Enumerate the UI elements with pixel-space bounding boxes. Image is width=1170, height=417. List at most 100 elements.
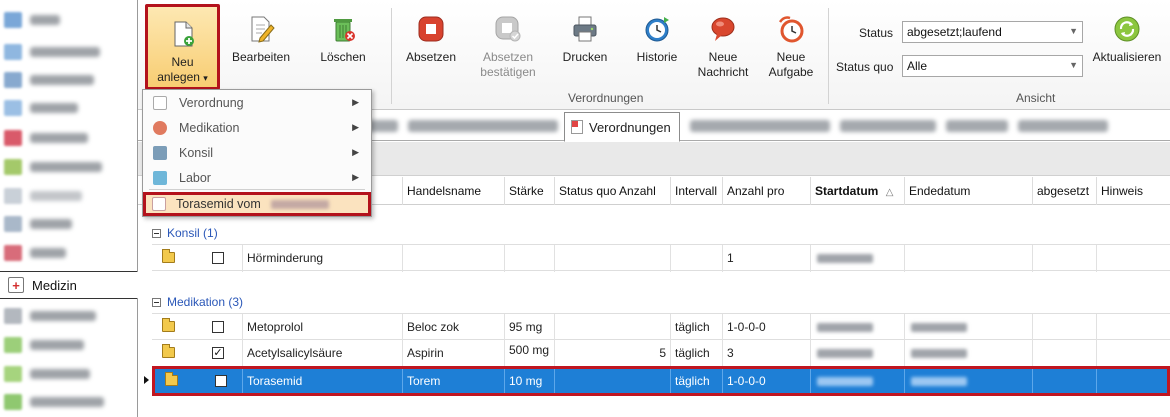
menu-item-label: Labor (179, 170, 211, 185)
col-abgesetzt[interactable]: abgesetzt (1032, 177, 1096, 205)
col-startdatum-label: Startdatum (815, 184, 879, 198)
nav-item-icon (4, 44, 22, 60)
nav-item[interactable] (4, 8, 134, 32)
group-row-konsil[interactable]: Konsil (1) (152, 223, 218, 243)
cell-abgesetzt (1032, 340, 1096, 367)
tab[interactable] (1018, 120, 1108, 132)
cell-handelsname: Beloc zok (402, 314, 504, 341)
row-checkbox[interactable] (212, 252, 224, 264)
edit-icon (246, 14, 276, 44)
table-row[interactable]: Hörminderung 1 (152, 244, 1170, 272)
col-handelsname[interactable]: Handelsname (402, 177, 504, 205)
tab[interactable] (690, 120, 830, 132)
aktualisieren-button[interactable]: Aktualisieren (1086, 6, 1168, 90)
table-row[interactable]: ✓ Acetylsalicylsäure Aspirin 500 mg 5 tä… (152, 340, 1170, 367)
nav-item[interactable] (4, 40, 134, 64)
col-anzahl-pro[interactable]: Anzahl pro (722, 177, 810, 205)
status-quo-combo[interactable]: Alle ▼ (902, 55, 1083, 77)
collapse-icon[interactable] (152, 297, 161, 307)
absetzen-bestaetigen-button[interactable]: Absetzen bestätigen (472, 6, 544, 90)
cell-sq-anzahl: 5 (554, 340, 670, 367)
folder-icon (162, 249, 175, 263)
col-intervall[interactable]: Intervall (670, 177, 722, 205)
absetzen-button[interactable]: Absetzen (396, 6, 466, 90)
group-row-medikation[interactable]: Medikation (3) (152, 292, 243, 312)
tab[interactable] (408, 120, 558, 132)
cell-intervall: täglich (670, 314, 722, 341)
row-checkbox[interactable] (212, 321, 224, 333)
tab[interactable] (840, 120, 936, 132)
col-hinweis[interactable]: Hinweis (1096, 177, 1170, 205)
chevron-right-icon: ▶ (352, 147, 359, 157)
cell-anzahl-pro: 1-0-0-0 (722, 369, 810, 393)
neue-aufgabe-button[interactable]: Neue Aufgabe (758, 6, 824, 90)
status-combo[interactable]: abgesetzt;laufend ▼ (902, 21, 1083, 43)
document-icon (153, 95, 167, 110)
row-checkbox[interactable] (215, 375, 227, 387)
chevron-right-icon: ▶ (352, 172, 359, 182)
historie-button[interactable]: Historie (624, 6, 690, 90)
nav-item[interactable] (4, 390, 134, 414)
menu-item-verordnung[interactable]: Verordnung ▶ (143, 90, 371, 115)
current-row-indicator-icon (144, 376, 149, 384)
absetzen-bestaetigen-label-2: bestätigen (480, 65, 536, 79)
nav-item-icon (4, 188, 22, 204)
menu-item-medikation[interactable]: Medikation ▶ (143, 115, 371, 140)
neue-nachricht-button[interactable]: Neue Nachricht (690, 6, 756, 90)
table-row-selected[interactable]: Torasemid Torem 10 mg täglich 1-0-0-0 (152, 366, 1170, 396)
neu-anlegen-label-2: anlegen (157, 70, 200, 84)
neu-anlegen-label-1: Neu (171, 55, 194, 69)
cell-staerke: 500 mg (504, 340, 554, 367)
bearbeiten-button[interactable]: Bearbeiten (226, 6, 296, 90)
table-row[interactable]: Metoprolol Beloc zok 95 mg täglich 1-0-0… (152, 313, 1170, 341)
nav-item[interactable] (4, 184, 134, 208)
neue-nachricht-label-2: Nachricht (697, 65, 749, 79)
cell-abgesetzt (1032, 245, 1096, 272)
nav-item[interactable] (4, 304, 134, 328)
nav-item[interactable] (4, 362, 134, 386)
nav-item[interactable] (4, 68, 134, 92)
neu-anlegen-button[interactable]: Neu anlegen ▾ (145, 4, 220, 90)
folder-icon (165, 372, 178, 386)
cell-name: Torasemid (242, 369, 402, 393)
collapse-icon[interactable] (152, 228, 161, 238)
group-title: Medikation (3) (167, 295, 244, 309)
refresh-icon (1112, 14, 1142, 44)
cell-name: Acetylsalicylsäure (242, 340, 402, 367)
col-status-quo-anzahl[interactable]: Status quo Anzahl (554, 177, 670, 205)
nav-item[interactable] (4, 126, 134, 150)
nav-item[interactable] (4, 212, 134, 236)
nav-item[interactable] (4, 333, 134, 357)
nav-item-medizin[interactable]: + Medizin (0, 271, 138, 299)
absetzen-label: Absetzen (405, 50, 457, 64)
nav-item[interactable] (4, 96, 134, 120)
menu-item-torasemid[interactable]: Torasemid vom (143, 192, 371, 216)
aktualisieren-label: Aktualisieren (1092, 50, 1162, 64)
drucken-label: Drucken (562, 50, 608, 64)
row-checkbox-checked[interactable]: ✓ (212, 347, 224, 359)
nav-item[interactable] (4, 155, 134, 179)
loeschen-button[interactable]: Löschen (308, 6, 378, 90)
menu-item-labor[interactable]: Labor ▶ (143, 165, 371, 190)
chevron-down-icon: ▾ (203, 73, 208, 83)
left-navigation: + Medizin (0, 0, 138, 417)
folder-icon (162, 318, 175, 332)
cell-intervall (670, 245, 722, 272)
col-endedatum[interactable]: Endedatum (904, 177, 1032, 205)
nav-item-icon (4, 308, 22, 324)
tab[interactable] (946, 120, 1008, 132)
nav-item[interactable] (4, 241, 134, 265)
status-label: Status (859, 26, 894, 40)
tab-verordnungen[interactable]: Verordnungen (564, 112, 680, 142)
cell-handelsname (402, 245, 504, 272)
col-staerke[interactable]: Stärke (504, 177, 554, 205)
group-separator (391, 8, 392, 104)
cell-handelsname: Aspirin (402, 340, 504, 367)
col-startdatum[interactable]: Startdatum △ (810, 177, 904, 205)
menu-item-label: Konsil (179, 145, 214, 160)
cell-startdatum (810, 245, 904, 272)
menu-item-konsil[interactable]: Konsil ▶ (143, 140, 371, 165)
drucken-button[interactable]: Drucken (550, 6, 620, 90)
neu-anlegen-menu: Verordnung ▶ Medikation ▶ Konsil ▶ Labor… (142, 89, 372, 217)
nav-item-icon (4, 394, 22, 410)
